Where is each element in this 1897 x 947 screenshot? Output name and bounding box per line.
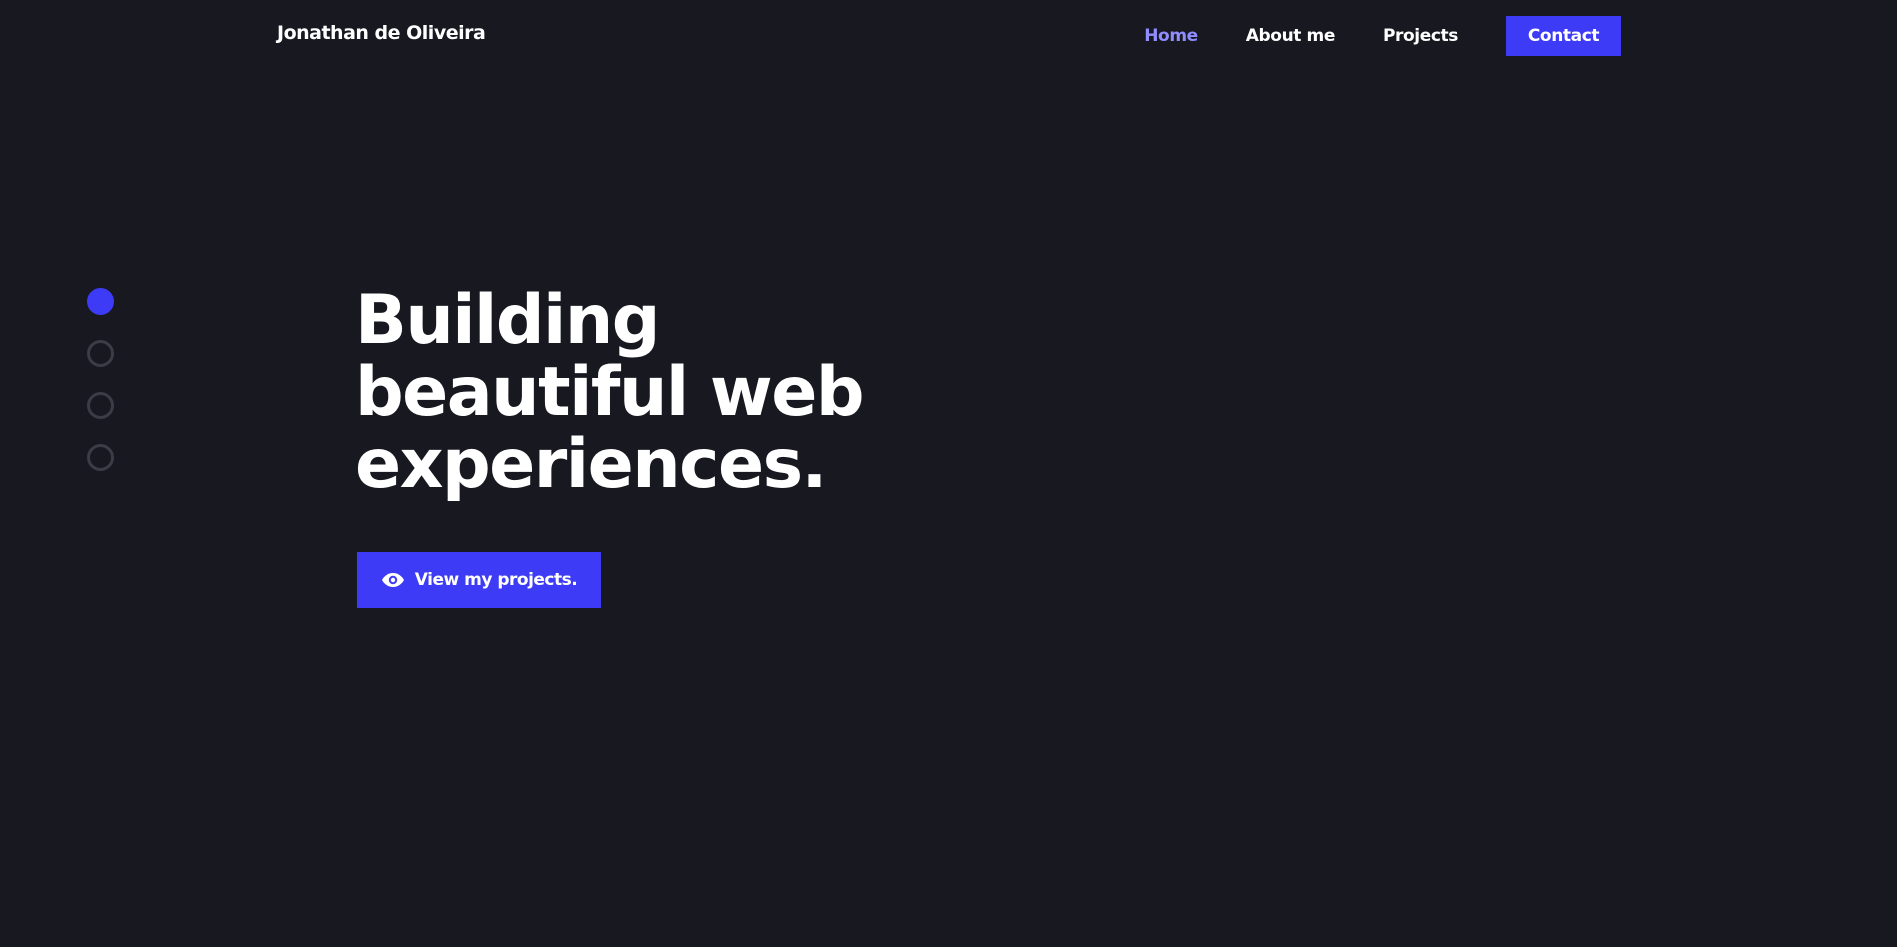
view-projects-label: View my projects. (414, 570, 578, 590)
nav-link-home[interactable]: Home (1144, 26, 1198, 46)
section-dots (87, 288, 114, 496)
nav-links: Home About me Projects Contact (1144, 16, 1621, 56)
hero-title: Building beautiful web experiences. (355, 281, 865, 504)
nav-link-about[interactable]: About me (1246, 26, 1336, 46)
hero-section: Building beautiful web experiences. (355, 281, 865, 504)
eye-icon (381, 572, 405, 588)
brand-name[interactable]: Jonathan de Oliveira (277, 22, 486, 44)
section-dot-3[interactable] (87, 392, 114, 419)
nav-link-projects[interactable]: Projects (1383, 26, 1458, 46)
navbar: Jonathan de Oliveira Home About me Proje… (0, 0, 1897, 70)
hero-title-line-1: Building (355, 281, 660, 360)
hero-title-line-3: experiences. (355, 425, 827, 504)
view-projects-button[interactable]: View my projects. (357, 552, 601, 608)
page: Jonathan de Oliveira Home About me Proje… (0, 0, 1897, 947)
contact-button[interactable]: Contact (1506, 16, 1621, 56)
section-dot-4[interactable] (87, 444, 114, 471)
section-dot-2[interactable] (87, 340, 114, 367)
section-dot-1[interactable] (87, 288, 114, 315)
hero-title-line-2: beautiful web (355, 353, 865, 432)
